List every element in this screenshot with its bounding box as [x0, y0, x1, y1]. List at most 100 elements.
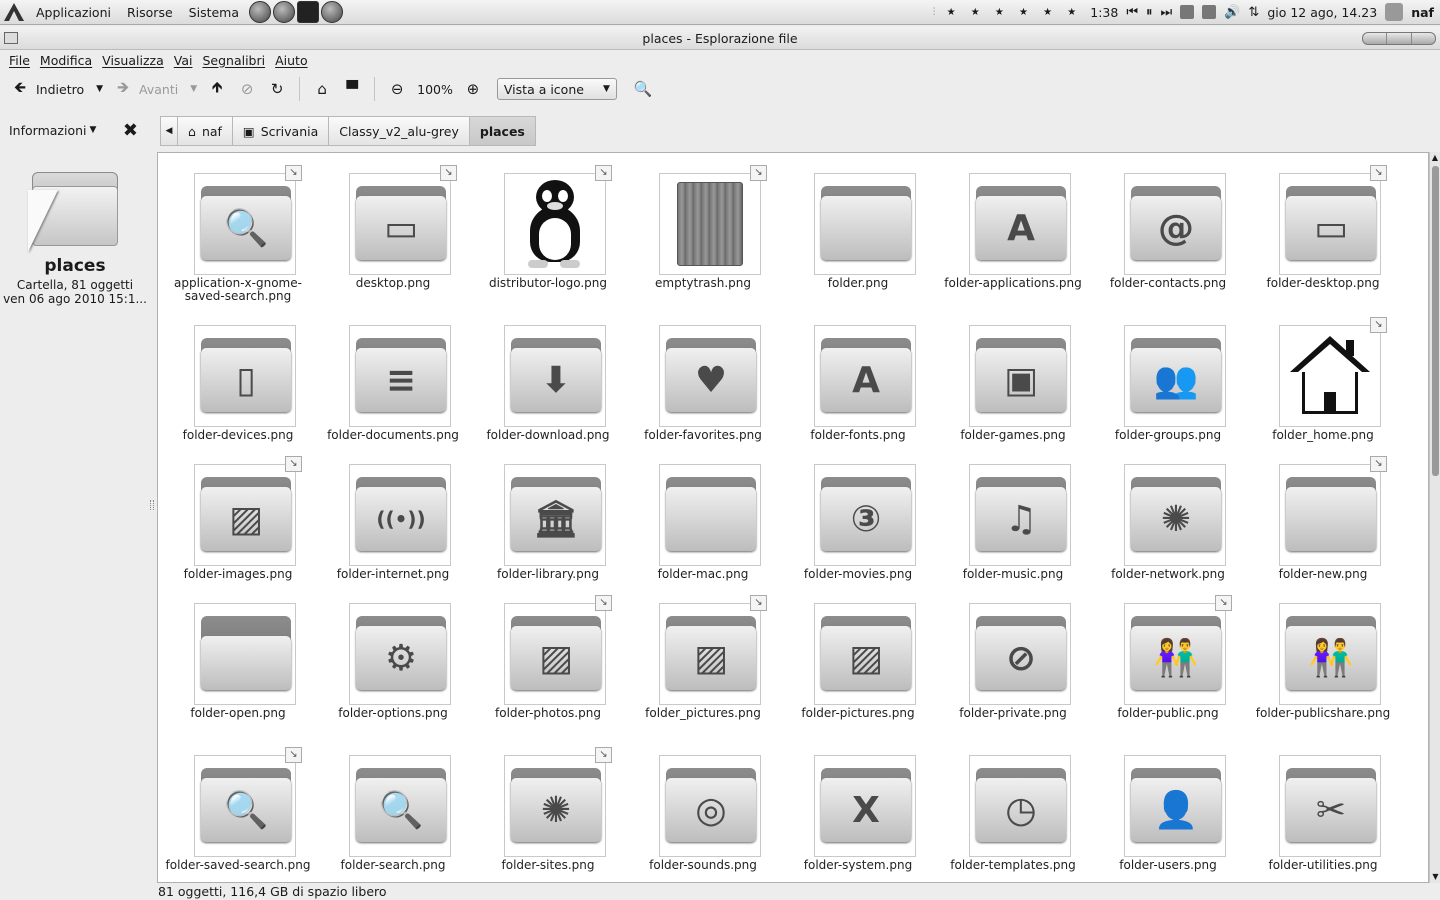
- breadcrumb-item[interactable]: ▣ Scrivania: [231, 116, 330, 146]
- menu-view[interactable]: Visualizza: [97, 53, 169, 68]
- search-button[interactable]: 🔍: [629, 75, 657, 103]
- file-thumbnail[interactable]: [194, 603, 296, 705]
- file-thumbnail[interactable]: ③: [814, 464, 916, 566]
- zoom-out-icon: ⊖: [390, 80, 404, 98]
- menu-bookmarks[interactable]: Segnalibri: [197, 53, 270, 68]
- scroll-up-icon[interactable]: ▲: [1430, 152, 1440, 164]
- file-thumbnail[interactable]: 🔍: [194, 173, 296, 275]
- rating-stars[interactable]: ★ ★ ★ ★ ★ ★: [947, 7, 1083, 18]
- zoom-level[interactable]: 100%: [413, 75, 457, 103]
- file-thumbnail[interactable]: ◎: [659, 755, 761, 857]
- menu-edit[interactable]: Modifica: [35, 53, 97, 68]
- file-thumbnail[interactable]: ♫: [969, 464, 1071, 566]
- window-titlebar[interactable]: places - Esplorazione file: [0, 27, 1440, 50]
- breadcrumb-scroll-left[interactable]: ◀: [160, 116, 178, 146]
- next-track-icon[interactable]: ⏭: [1161, 5, 1173, 20]
- file-thumbnail[interactable]: [1279, 325, 1381, 427]
- clock[interactable]: gio 12 ago, 14.23: [1267, 5, 1377, 20]
- panel-menu-places[interactable]: Risorse: [119, 5, 181, 20]
- view-mode-select[interactable]: Vista a icone ▼: [496, 78, 617, 100]
- battery-icon[interactable]: [1180, 5, 1195, 19]
- stop-button[interactable]: ⊘: [233, 75, 261, 103]
- pause-icon[interactable]: ⏸: [1146, 5, 1153, 20]
- user-name[interactable]: naf: [1411, 5, 1434, 20]
- file-thumbnail[interactable]: [659, 464, 761, 566]
- file-thumbnail[interactable]: ⚙: [349, 603, 451, 705]
- reload-button[interactable]: ↻: [263, 75, 291, 103]
- file-thumbnail[interactable]: 👤: [1124, 755, 1226, 857]
- file-thumbnail[interactable]: ▨: [504, 603, 606, 705]
- chevron-down-icon[interactable]: ▼: [190, 84, 197, 94]
- forward-button[interactable]: 🡺 Avanti ▼: [109, 75, 201, 103]
- breadcrumb-item[interactable]: Classy_v2_alu-grey: [328, 116, 470, 146]
- file-thumbnail[interactable]: @: [1124, 173, 1226, 275]
- file-thumbnail[interactable]: 👥: [1124, 325, 1226, 427]
- file-thumbnail[interactable]: 👫: [1279, 603, 1381, 705]
- file-thumbnail[interactable]: A: [814, 325, 916, 427]
- file-thumbnail[interactable]: 🏛: [504, 464, 606, 566]
- pane-resize-handle[interactable]: [150, 500, 154, 510]
- breadcrumb-item-current[interactable]: places: [468, 116, 536, 146]
- distro-logo-icon[interactable]: [0, 0, 28, 24]
- window-controls[interactable]: [1362, 32, 1436, 45]
- file-thumbnail[interactable]: ⬇: [504, 325, 606, 427]
- file-thumbnail[interactable]: ▨: [194, 464, 296, 566]
- home-button[interactable]: ⌂: [308, 75, 336, 103]
- panel-menu-system[interactable]: Sistema: [181, 5, 247, 20]
- file-thumbnail[interactable]: [504, 173, 606, 275]
- file-thumbnail[interactable]: ⊘: [969, 603, 1071, 705]
- file-thumbnail[interactable]: 👫: [1124, 603, 1226, 705]
- menu-file[interactable]: File: [4, 53, 35, 68]
- file-thumbnail[interactable]: ((•)): [349, 464, 451, 566]
- scrollbar-thumb[interactable]: [1432, 166, 1439, 476]
- chevron-down-icon[interactable]: ▼: [90, 125, 97, 135]
- minimize-button[interactable]: [1363, 33, 1388, 44]
- breadcrumb-label: Classy_v2_alu-grey: [339, 123, 459, 139]
- gimp-launcher-icon[interactable]: [249, 1, 272, 23]
- up-button[interactable]: 🡹: [203, 75, 231, 103]
- clipboard-icon[interactable]: [1202, 5, 1217, 19]
- back-button[interactable]: 🡸 Indietro ▼: [6, 75, 107, 103]
- file-thumbnail[interactable]: ▨: [659, 603, 761, 705]
- menu-go[interactable]: Vai: [169, 53, 198, 68]
- maximize-button[interactable]: [1387, 33, 1412, 44]
- web-launcher-icon[interactable]: [321, 1, 344, 23]
- vertical-scrollbar[interactable]: ▲ ▼: [1429, 152, 1440, 883]
- file-thumbnail[interactable]: ▭: [349, 173, 451, 275]
- menu-help[interactable]: Aiuto: [270, 53, 313, 68]
- browser-launcher-icon[interactable]: [273, 1, 296, 23]
- panel-menu-applications[interactable]: Applicazioni: [28, 5, 119, 20]
- file-thumbnail[interactable]: [814, 173, 916, 275]
- previous-track-icon[interactable]: ⏮: [1126, 5, 1138, 20]
- file-thumbnail[interactable]: ◷: [969, 755, 1071, 857]
- sidebar-title[interactable]: Informazioni: [9, 123, 87, 138]
- network-icon[interactable]: ⇅: [1248, 5, 1259, 20]
- chevron-down-icon[interactable]: ▼: [96, 84, 103, 94]
- file-thumbnail[interactable]: [659, 173, 761, 275]
- terminal-launcher-icon[interactable]: [297, 1, 320, 23]
- volume-icon[interactable]: 🔊: [1224, 5, 1240, 20]
- file-thumbnail[interactable]: 🔍: [194, 755, 296, 857]
- zoom-out-button[interactable]: ⊖: [383, 75, 411, 103]
- file-thumbnail[interactable]: ▭: [1279, 173, 1381, 275]
- file-thumbnail[interactable]: ♥: [659, 325, 761, 427]
- zoom-in-button[interactable]: ⊕: [459, 75, 487, 103]
- file-thumbnail[interactable]: ▣: [969, 325, 1071, 427]
- file-thumbnail[interactable]: X: [814, 755, 916, 857]
- window-menu-icon[interactable]: [4, 32, 18, 44]
- file-thumbnail[interactable]: ✺: [504, 755, 606, 857]
- file-thumbnail[interactable]: [1279, 464, 1381, 566]
- file-thumbnail[interactable]: 🔍: [349, 755, 451, 857]
- breadcrumb-item[interactable]: ⌂ naf: [177, 116, 233, 146]
- close-button[interactable]: [1412, 33, 1435, 44]
- file-icon-view[interactable]: 🔍 ↘ application-x-gnome-saved-search.png ▭ ↘…: [157, 152, 1429, 883]
- file-thumbnail[interactable]: ▨: [814, 603, 916, 705]
- close-icon[interactable]: ✖: [123, 120, 138, 141]
- scroll-down-icon[interactable]: ▼: [1430, 871, 1440, 883]
- file-thumbnail[interactable]: ▯: [194, 325, 296, 427]
- computer-button[interactable]: ▀: [338, 75, 366, 103]
- file-thumbnail[interactable]: A: [969, 173, 1071, 275]
- file-thumbnail[interactable]: ≡: [349, 325, 451, 427]
- file-thumbnail[interactable]: ✂: [1279, 755, 1381, 857]
- file-thumbnail[interactable]: ✺: [1124, 464, 1226, 566]
